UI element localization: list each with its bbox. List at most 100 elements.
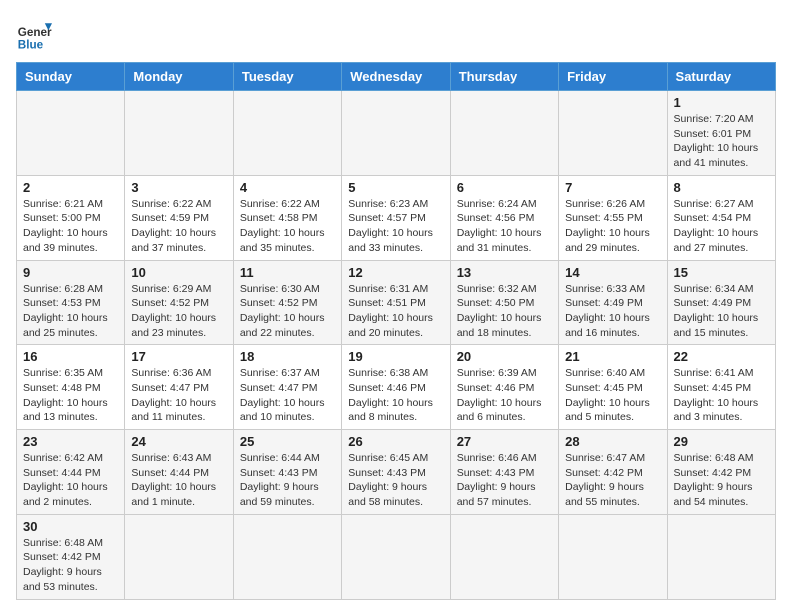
day-number: 18: [240, 349, 335, 364]
day-info: Sunrise: 6:31 AM Sunset: 4:51 PM Dayligh…: [348, 282, 443, 341]
day-number: 29: [674, 434, 769, 449]
calendar-cell: 13 Sunrise: 6:32 AM Sunset: 4:50 PM Dayli…: [450, 260, 558, 345]
calendar-cell: 3Sunrise: 6:22 AM Sunset: 4:59 PM Daylig…: [125, 175, 233, 260]
day-number: 6: [457, 180, 552, 195]
day-number: 4: [240, 180, 335, 195]
weekday-header-friday: Friday: [559, 63, 667, 91]
day-number: 3: [131, 180, 226, 195]
day-info: Sunrise: 7:20 AM Sunset: 6:01 PM Dayligh…: [674, 112, 769, 171]
day-info: Sunrise: 6:48 AM Sunset: 4:42 PM Dayligh…: [674, 451, 769, 510]
weekday-header-thursday: Thursday: [450, 63, 558, 91]
calendar-cell: [450, 91, 558, 176]
calendar-cell: [125, 514, 233, 599]
day-number: 22: [674, 349, 769, 364]
day-info: Sunrise: 6:39 AM Sunset: 4:46 PM Dayligh…: [457, 366, 552, 425]
day-number: 13: [457, 265, 552, 280]
calendar-cell: 27Sunrise: 6:46 AM Sunset: 4:43 PM Dayli…: [450, 430, 558, 515]
day-info: Sunrise: 6:26 AM Sunset: 4:55 PM Dayligh…: [565, 197, 660, 256]
day-number: 28: [565, 434, 660, 449]
calendar-cell: [125, 91, 233, 176]
calendar-cell: 11 Sunrise: 6:30 AM Sunset: 4:52 PM Dayli…: [233, 260, 341, 345]
weekday-header-row: SundayMondayTuesdayWednesdayThursdayFrid…: [17, 63, 776, 91]
calendar-cell: [342, 91, 450, 176]
calendar-cell: 1 Sunrise: 7:20 AM Sunset: 6:01 PM Daylig…: [667, 91, 775, 176]
calendar-cell: [342, 514, 450, 599]
day-info: Sunrise: 6:44 AM Sunset: 4:43 PM Dayligh…: [240, 451, 335, 510]
day-info: Sunrise: 6:34 AM Sunset: 4:49 PM Dayligh…: [674, 282, 769, 341]
calendar-cell: 9Sunrise: 6:28 AM Sunset: 4:53 PM Daylig…: [17, 260, 125, 345]
calendar-week-row: 9Sunrise: 6:28 AM Sunset: 4:53 PM Daylig…: [17, 260, 776, 345]
weekday-header-monday: Monday: [125, 63, 233, 91]
weekday-header-saturday: Saturday: [667, 63, 775, 91]
calendar-table: SundayMondayTuesdayWednesdayThursdayFrid…: [16, 62, 776, 600]
weekday-header-tuesday: Tuesday: [233, 63, 341, 91]
calendar-cell: 30Sunrise: 6:48 AM Sunset: 4:42 PM Dayli…: [17, 514, 125, 599]
day-info: Sunrise: 6:41 AM Sunset: 4:45 PM Dayligh…: [674, 366, 769, 425]
day-number: 10: [131, 265, 226, 280]
day-number: 16: [23, 349, 118, 364]
calendar-cell: [667, 514, 775, 599]
calendar-cell: 12 Sunrise: 6:31 AM Sunset: 4:51 PM Dayli…: [342, 260, 450, 345]
day-info: Sunrise: 6:32 AM Sunset: 4:50 PM Dayligh…: [457, 282, 552, 341]
calendar-cell: 10 Sunrise: 6:29 AM Sunset: 4:52 PM Dayli…: [125, 260, 233, 345]
day-info: Sunrise: 6:43 AM Sunset: 4:44 PM Dayligh…: [131, 451, 226, 510]
day-number: 17: [131, 349, 226, 364]
day-number: 1: [674, 95, 769, 110]
day-info: Sunrise: 6:37 AM Sunset: 4:47 PM Dayligh…: [240, 366, 335, 425]
calendar-cell: 14 Sunrise: 6:33 AM Sunset: 4:49 PM Dayli…: [559, 260, 667, 345]
calendar-cell: 28 Sunrise: 6:47 AM Sunset: 4:42 PM Dayli…: [559, 430, 667, 515]
calendar-cell: 19 Sunrise: 6:38 AM Sunset: 4:46 PM Dayli…: [342, 345, 450, 430]
calendar-cell: [450, 514, 558, 599]
day-number: 19: [348, 349, 443, 364]
day-info: Sunrise: 6:33 AM Sunset: 4:49 PM Dayligh…: [565, 282, 660, 341]
calendar-cell: 25 Sunrise: 6:44 AM Sunset: 4:43 PM Dayli…: [233, 430, 341, 515]
calendar-cell: 4 Sunrise: 6:22 AM Sunset: 4:58 PM Daylig…: [233, 175, 341, 260]
day-info: Sunrise: 6:42 AM Sunset: 4:44 PM Dayligh…: [23, 451, 118, 510]
calendar-cell: [233, 514, 341, 599]
calendar-week-row: 23Sunrise: 6:42 AM Sunset: 4:44 PM Dayli…: [17, 430, 776, 515]
day-number: 14: [565, 265, 660, 280]
day-number: 25: [240, 434, 335, 449]
calendar-cell: 20Sunrise: 6:39 AM Sunset: 4:46 PM Dayli…: [450, 345, 558, 430]
day-info: Sunrise: 6:38 AM Sunset: 4:46 PM Dayligh…: [348, 366, 443, 425]
day-number: 5: [348, 180, 443, 195]
calendar-cell: 17 Sunrise: 6:36 AM Sunset: 4:47 PM Dayli…: [125, 345, 233, 430]
day-info: Sunrise: 6:30 AM Sunset: 4:52 PM Dayligh…: [240, 282, 335, 341]
calendar-cell: 5Sunrise: 6:23 AM Sunset: 4:57 PM Daylig…: [342, 175, 450, 260]
calendar-cell: 7 Sunrise: 6:26 AM Sunset: 4:55 PM Daylig…: [559, 175, 667, 260]
calendar-cell: 15 Sunrise: 6:34 AM Sunset: 4:49 PM Dayli…: [667, 260, 775, 345]
calendar-week-row: 1 Sunrise: 7:20 AM Sunset: 6:01 PM Daylig…: [17, 91, 776, 176]
calendar-cell: 2 Sunrise: 6:21 AM Sunset: 5:00 PM Daylig…: [17, 175, 125, 260]
day-info: Sunrise: 6:27 AM Sunset: 4:54 PM Dayligh…: [674, 197, 769, 256]
logo: General Blue: [16, 16, 52, 52]
day-number: 2: [23, 180, 118, 195]
day-number: 27: [457, 434, 552, 449]
calendar-cell: [559, 91, 667, 176]
day-info: Sunrise: 6:28 AM Sunset: 4:53 PM Dayligh…: [23, 282, 118, 341]
day-info: Sunrise: 6:47 AM Sunset: 4:42 PM Dayligh…: [565, 451, 660, 510]
day-number: 8: [674, 180, 769, 195]
day-number: 7: [565, 180, 660, 195]
day-info: Sunrise: 6:21 AM Sunset: 5:00 PM Dayligh…: [23, 197, 118, 256]
calendar-cell: 23Sunrise: 6:42 AM Sunset: 4:44 PM Dayli…: [17, 430, 125, 515]
day-info: Sunrise: 6:45 AM Sunset: 4:43 PM Dayligh…: [348, 451, 443, 510]
day-number: 12: [348, 265, 443, 280]
generalblue-logo-icon: General Blue: [16, 16, 52, 52]
calendar-cell: 6Sunrise: 6:24 AM Sunset: 4:56 PM Daylig…: [450, 175, 558, 260]
calendar-cell: 18 Sunrise: 6:37 AM Sunset: 4:47 PM Dayli…: [233, 345, 341, 430]
weekday-header-wednesday: Wednesday: [342, 63, 450, 91]
svg-text:General: General: [18, 26, 52, 39]
day-number: 26: [348, 434, 443, 449]
day-info: Sunrise: 6:29 AM Sunset: 4:52 PM Dayligh…: [131, 282, 226, 341]
day-number: 30: [23, 519, 118, 534]
day-info: Sunrise: 6:35 AM Sunset: 4:48 PM Dayligh…: [23, 366, 118, 425]
calendar-cell: 26 Sunrise: 6:45 AM Sunset: 4:43 PM Dayli…: [342, 430, 450, 515]
day-info: Sunrise: 6:36 AM Sunset: 4:47 PM Dayligh…: [131, 366, 226, 425]
calendar-cell: [17, 91, 125, 176]
day-info: Sunrise: 6:22 AM Sunset: 4:58 PM Dayligh…: [240, 197, 335, 256]
weekday-header-sunday: Sunday: [17, 63, 125, 91]
day-number: 11: [240, 265, 335, 280]
day-number: 15: [674, 265, 769, 280]
header: General Blue: [16, 16, 776, 52]
calendar-cell: 21Sunrise: 6:40 AM Sunset: 4:45 PM Dayli…: [559, 345, 667, 430]
